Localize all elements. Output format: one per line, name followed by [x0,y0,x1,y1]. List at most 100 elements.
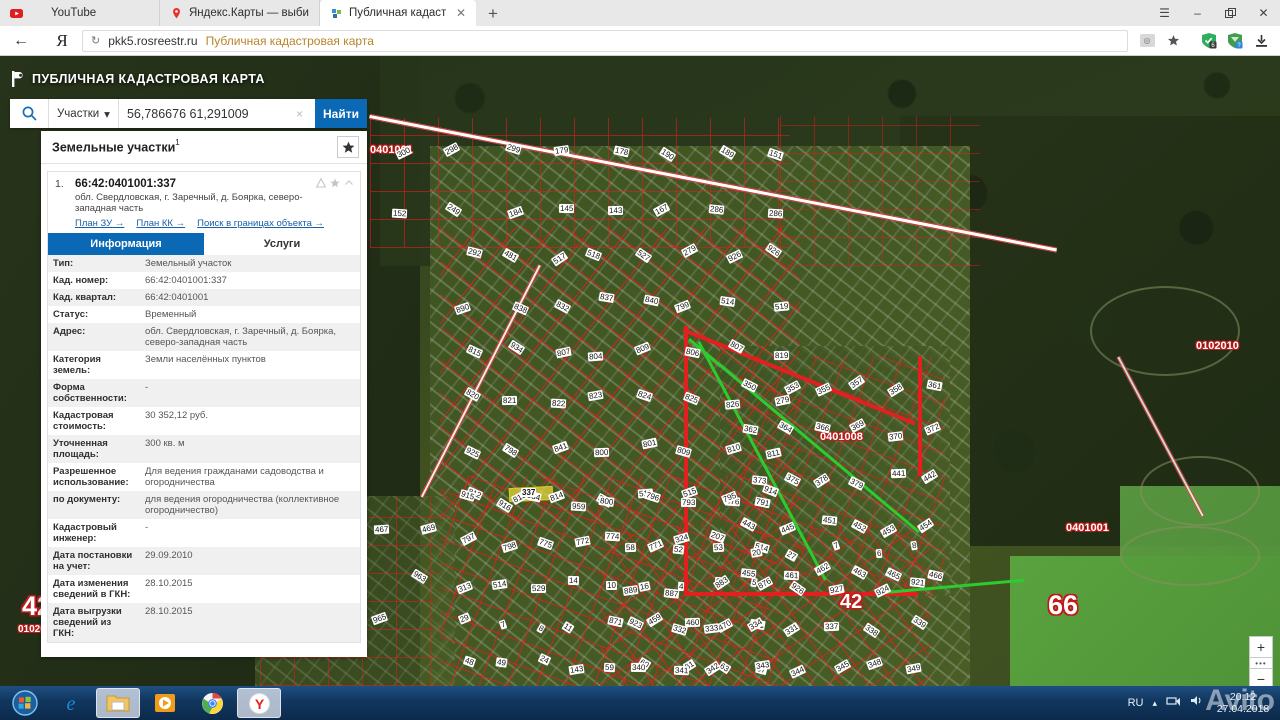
map-parcel-label[interactable]: 461 [783,570,800,581]
tab-services[interactable]: Услуги [204,233,360,255]
yandex-browser-icon[interactable]: Y [237,688,281,718]
map-parcel-label[interactable]: 826 [724,399,741,410]
map-parcel-label[interactable]: 373 [751,475,768,486]
map-parcel-label[interactable]: 337 [823,621,840,632]
favorites-button[interactable] [337,136,359,158]
tray-show-hidden-icon[interactable]: ▴ [1152,698,1157,709]
tray-language[interactable]: RU [1128,697,1144,709]
search-within-object-link[interactable]: Поиск в границах объекта → [197,218,324,229]
map-parcel-label[interactable]: 145 [558,203,575,214]
map-parcel-label[interactable]: 58 [624,542,636,553]
reload-icon[interactable]: ↻ [91,34,100,47]
volume-icon[interactable] [1190,694,1205,712]
map-parcel-label[interactable]: 451 [821,515,838,526]
search-input[interactable] [126,106,290,121]
property-info-key: Категория земель: [53,354,101,376]
map-parcel-label[interactable]: 333 [703,623,720,634]
tab-close-icon[interactable]: ✕ [456,6,466,20]
map-parcel-label[interactable]: 793 [680,497,697,508]
plan-kk-link[interactable]: План КК → [136,218,185,229]
collapse-chevron-icon[interactable] [344,178,354,191]
map-parcel-label[interactable]: 822 [550,398,567,409]
network-icon[interactable] [1166,694,1181,712]
star-icon[interactable] [330,178,340,191]
minimize-button[interactable]: – [1181,0,1214,26]
browser-tab-yandex-maps[interactable]: Яндекс.Карты — выбирайте [160,0,320,26]
zoom-out-button[interactable]: − [1249,668,1273,686]
map-parcel-label[interactable]: 341 [673,665,690,676]
browser-tab-title: YouTube [51,7,97,19]
map-parcel-label[interactable]: 455 [740,568,757,579]
property-info-value: 66:42:0401001 [145,292,209,303]
map-parcel-label[interactable]: 143 [607,205,624,216]
search-submit-button[interactable]: Найти [315,99,367,128]
file-explorer-icon[interactable] [96,688,140,718]
map-parcel-label[interactable]: 286 [767,208,784,219]
back-button[interactable]: ← [0,32,42,50]
map-parcel-label[interactable]: 370 [887,431,904,442]
property-info-key: Статус: [53,309,89,320]
warning-triangle-icon[interactable] [315,177,327,191]
shield-blue-icon[interactable]: ? [1222,28,1248,54]
map-parcel-label[interactable]: 519 [773,301,790,312]
property-info-row: Разрешенное использование: Для ведения гр… [48,463,360,491]
map-parcel-label[interactable]: 286 [708,204,725,215]
tray-clock[interactable]: 20:12 27.04.2018 [1214,691,1272,715]
map-parcel-label[interactable]: 959 [570,501,587,512]
zoom-in-button[interactable]: + [1249,636,1273,658]
media-player-icon[interactable] [143,688,187,718]
property-info-row: Категория земель: Земли населённых пункто… [48,351,360,379]
map-parcel-label[interactable]: 460 [684,617,701,628]
map-parcel-label[interactable]: 6 [875,548,883,559]
bookmark-star-icon[interactable] [1160,28,1186,54]
map-parcel-label[interactable]: 804 [587,351,604,362]
map-parcel-label[interactable]: 10 [606,581,617,590]
map-parcel-label[interactable]: 14 [567,575,580,586]
map-parcel-label[interactable]: 152 [391,208,408,219]
property-info-key: Уточненная площадь: [53,438,108,460]
internet-explorer-icon[interactable]: e [49,688,93,718]
start-orb-icon[interactable] [4,688,46,718]
map-parcel-label[interactable]: 441 [890,468,907,479]
property-info-value: Земли населённых пунктов [145,354,266,365]
browser-tab-youtube[interactable]: YouTube [0,0,160,26]
map-parcel-label[interactable]: 52 [672,544,685,555]
tab-information[interactable]: Информация [48,233,204,255]
map-parcel-label[interactable]: 800 [593,447,610,458]
reader-icon[interactable]: ◎ [1134,28,1160,54]
browser-menu-button[interactable]: ☰ [1148,0,1181,26]
map-parcel-label[interactable]: 887 [663,588,680,599]
search-icon[interactable] [10,106,48,121]
property-info-key: Кадастровый инженер: [53,522,117,544]
map-parcel-label[interactable]: 774 [604,531,621,542]
map-parcel-label[interactable]: 467 [373,524,390,535]
new-tab-button[interactable]: + [476,2,510,26]
shield-green-icon[interactable]: 6 [1196,28,1222,54]
browser-toolbar: ← Я ↻ pkk5.rosreestr.ru Публичная кадаст… [0,26,1280,56]
map-parcel-label[interactable]: 821 [501,395,518,406]
search-type-dropdown[interactable]: Участки ▾ [48,99,119,128]
result-card[interactable]: 1. 66:42:0401001:337 обл. Свердловская, … [47,171,361,643]
map-parcel-label[interactable]: 20 [750,547,763,558]
yandex-logo[interactable]: Я [42,31,82,51]
map-parcel-label[interactable]: 921 [909,577,926,588]
browser-tab-pkk[interactable]: Публичная кадастровая ✕ [320,0,476,26]
map-parcel-label[interactable]: 800 [598,495,615,508]
map-parcel-label[interactable]: 53 [712,542,725,553]
address-bar[interactable]: ↻ pkk5.rosreestr.ru Публичная кадастрова… [82,29,1128,52]
map-parcel-label[interactable]: 514 [719,295,736,308]
map-parcel-label[interactable]: 529 [530,583,547,594]
download-icon[interactable] [1248,28,1274,54]
maximize-button[interactable] [1214,0,1247,26]
close-window-button[interactable]: ✕ [1247,0,1280,26]
svg-text:Y: Y [254,696,264,712]
map-parcel-label[interactable]: 49 [495,657,508,668]
map-selected-parcel-label[interactable]: 337 [521,488,537,497]
map-parcel-label[interactable]: 340 [630,662,647,673]
chrome-icon[interactable] [190,688,234,718]
map-parcel-label[interactable]: 819 [773,350,790,361]
url-host: pkk5.rosreestr.ru [108,33,198,48]
clear-search-icon[interactable]: × [290,107,309,121]
map-parcel-label[interactable]: 59 [603,662,616,673]
plan-zu-link[interactable]: План ЗУ → [75,218,124,229]
